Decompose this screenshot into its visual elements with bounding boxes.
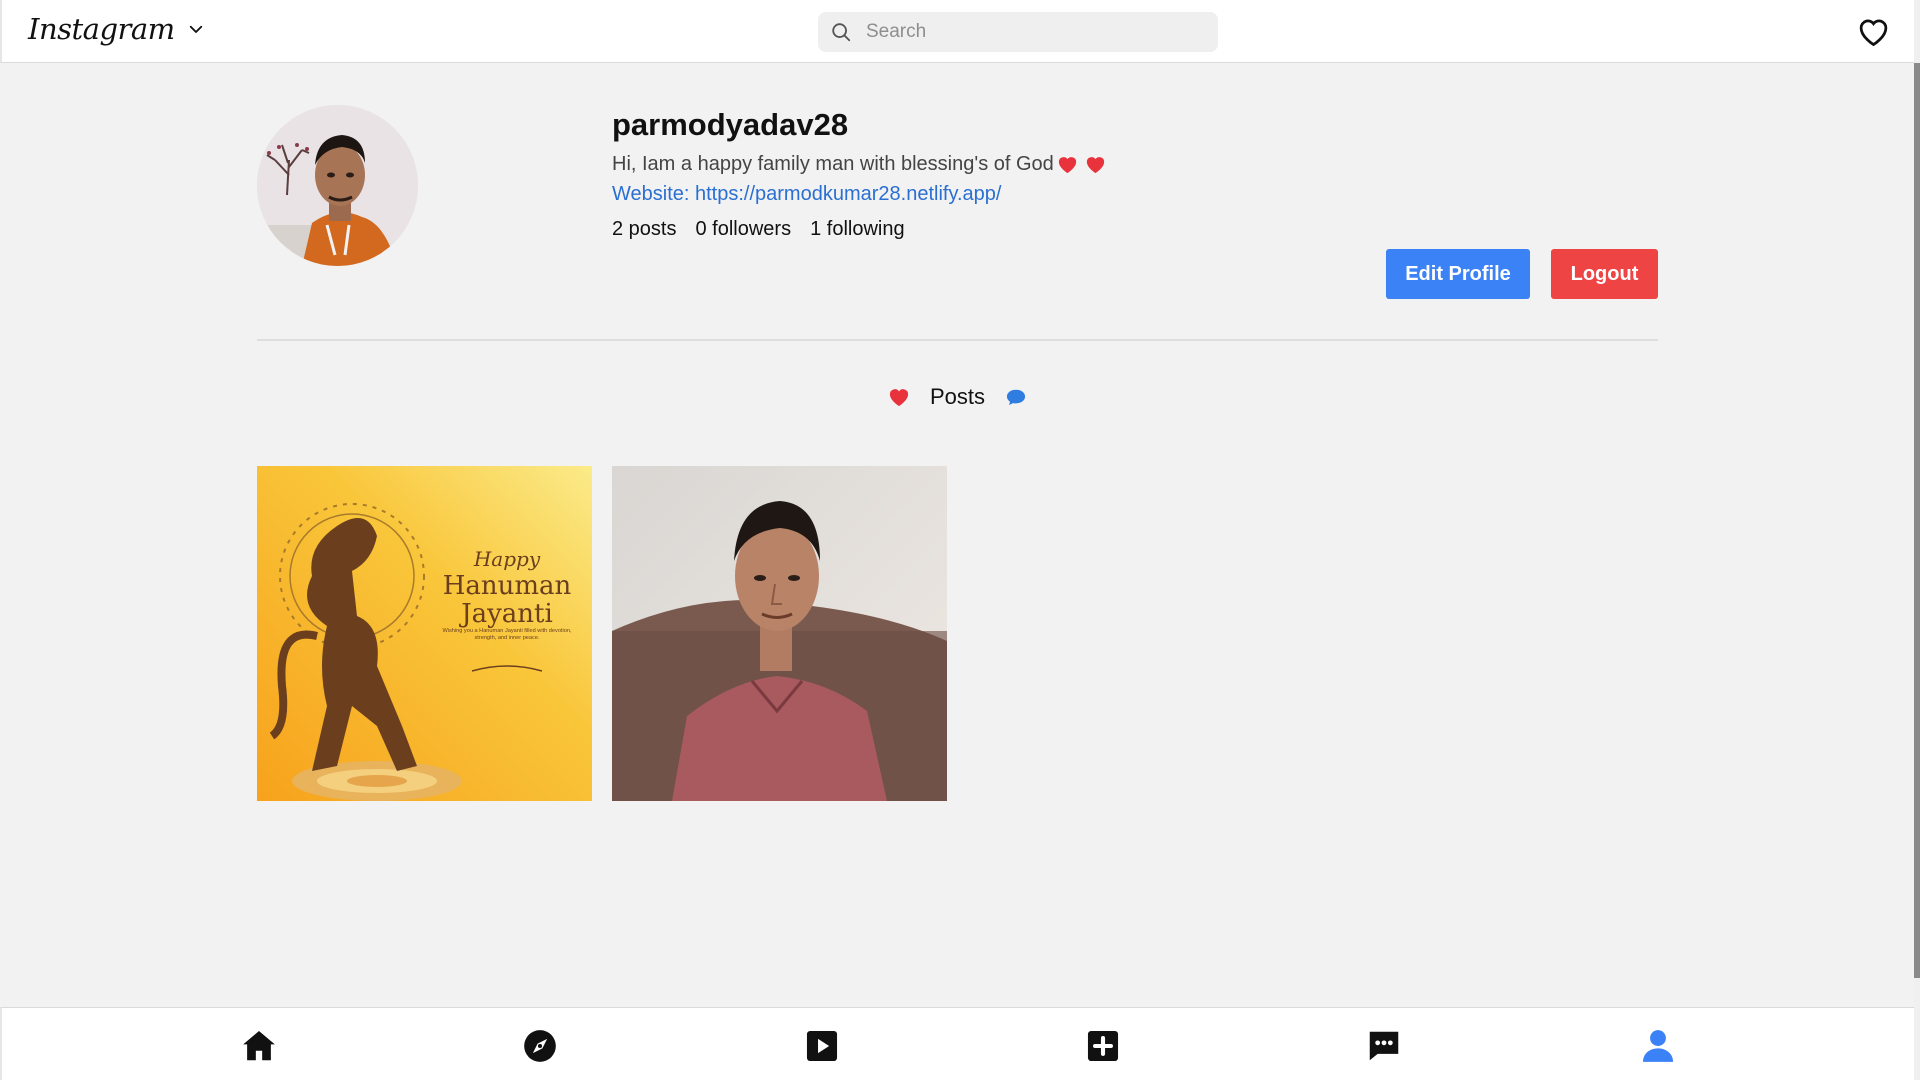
profile-bio: Hi, Iam a happy family man with blessing… xyxy=(612,153,1106,176)
post-thumbnail-portrait[interactable] xyxy=(612,466,947,801)
red-heart-icon xyxy=(1058,157,1076,174)
posts-count[interactable]: 2 posts xyxy=(612,218,676,241)
top-navbar: Instagram xyxy=(0,0,1914,63)
comment-icon xyxy=(1006,389,1026,406)
notifications-heart-icon[interactable] xyxy=(1857,16,1890,47)
profile-avatar[interactable] xyxy=(257,105,418,266)
followers-count[interactable]: 0 followers xyxy=(695,218,791,241)
home-icon[interactable] xyxy=(240,1027,278,1065)
red-heart-icon xyxy=(1086,157,1104,174)
bottom-navbar xyxy=(0,1007,1914,1080)
bio-text: Hi, Iam a happy family man with blessing… xyxy=(612,153,1054,175)
following-count[interactable]: 1 following xyxy=(810,218,905,241)
create-post-icon[interactable] xyxy=(1084,1027,1122,1065)
edit-profile-button[interactable]: Edit Profile xyxy=(1386,249,1530,299)
heart-icon xyxy=(889,389,909,407)
profile-website-link[interactable]: Website: https://parmodkumar28.netlify.a… xyxy=(612,183,1001,206)
profile-icon[interactable] xyxy=(1639,1027,1677,1065)
hanuman-jayanti-image: Happy Hanuman Jayanti Wishing you a Hanu… xyxy=(257,466,592,801)
instagram-logo[interactable]: Instagram xyxy=(28,12,175,46)
post-title-line2: Jayanti xyxy=(458,599,553,629)
posts-grid: Happy Hanuman Jayanti Wishing you a Hanu… xyxy=(257,466,947,801)
post-thumbnail-hanuman-jayanti[interactable]: Happy Hanuman Jayanti Wishing you a Hanu… xyxy=(257,466,592,801)
posts-tab-header[interactable]: Posts xyxy=(888,384,1027,410)
posts-tab-label[interactable]: Posts xyxy=(930,384,985,410)
search-icon xyxy=(832,23,851,42)
post-title-line1: Hanuman xyxy=(443,571,572,601)
brand-switcher[interactable]: Instagram xyxy=(28,12,205,46)
explore-icon[interactable] xyxy=(521,1027,559,1065)
bio-hearts xyxy=(1057,155,1106,174)
scrollbar-thumb[interactable] xyxy=(1914,63,1920,978)
profile-username: parmodyadav28 xyxy=(612,107,849,142)
logout-button[interactable]: Logout xyxy=(1551,249,1658,299)
messages-icon[interactable] xyxy=(1365,1027,1403,1065)
post-title-script: Happy xyxy=(473,547,541,571)
avatar-photo xyxy=(257,105,418,266)
portrait-image xyxy=(612,466,947,801)
reels-icon[interactable] xyxy=(803,1027,841,1065)
search-box[interactable] xyxy=(818,12,1218,52)
post-caption-text: Wishing you a Hanuman Jayanti filled wit… xyxy=(442,628,572,641)
section-divider xyxy=(257,339,1658,341)
profile-stats: 2 posts 0 followers 1 following xyxy=(612,218,905,241)
search-input[interactable] xyxy=(866,21,1196,43)
chevron-down-icon[interactable] xyxy=(187,20,205,38)
